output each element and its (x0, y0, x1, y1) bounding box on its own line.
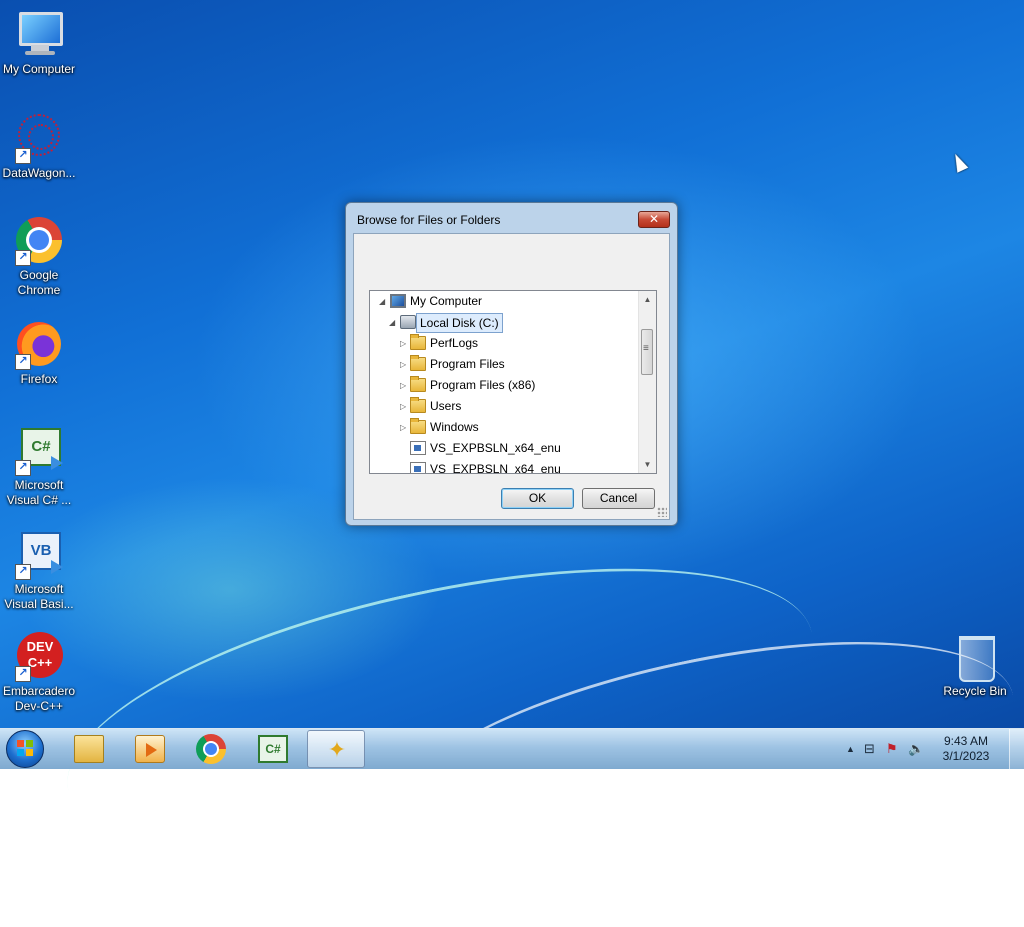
expanded-arrow-icon[interactable]: ◢ (379, 291, 385, 312)
desktop-icon-label: Recycle Bin (943, 684, 1007, 698)
folder-icon (410, 334, 426, 350)
shortcut-arrow-icon: ↗ (15, 148, 31, 164)
resize-grip-icon[interactable] (657, 507, 667, 517)
tree-item-label: Local Disk (C:) (416, 313, 503, 333)
tree-item-label: My Computer (410, 294, 483, 308)
clock[interactable]: 9:43 AM 3/1/2023 (936, 734, 996, 764)
scroll-up-icon[interactable]: ▲ (639, 291, 656, 308)
start-button[interactable] (6, 730, 44, 768)
desktop-icon-label: My Computer (2, 62, 76, 76)
taskbar-chrome[interactable] (182, 730, 240, 768)
dialog-title: Browse for Files or Folders (357, 213, 501, 227)
tree-item-label: Windows (430, 420, 479, 434)
tree-item-program-files[interactable]: ▷ Program Files (370, 354, 640, 375)
show-desktop-button[interactable] (1009, 729, 1024, 769)
shortcut-arrow-icon: ↗ (15, 354, 31, 370)
desktop-icon-label: Google Chrome (17, 268, 61, 297)
taskbar-media-player[interactable] (121, 730, 179, 768)
folder-icon (410, 397, 426, 413)
action-center-icon[interactable]: ⚑ (886, 741, 898, 757)
taskbar: C# ✦ ▲ ⊟ ⚑ 🔈 9:43 AM 3/1/2023 (0, 728, 1024, 769)
folder-icon (410, 376, 426, 392)
tree-item-my-computer[interactable]: ◢ My Computer (370, 291, 640, 312)
desktop-icon-recycle-bin[interactable]: Recycle Bin (936, 630, 1014, 699)
file-icon (410, 441, 426, 455)
folder-tree[interactable]: ◢ My Computer ◢ Local Disk (C:) ▷ PerfLo… (369, 290, 657, 474)
volume-icon[interactable]: 🔈 (908, 741, 924, 757)
clock-time: 9:43 AM (943, 734, 989, 748)
taskbar-windows-explorer[interactable] (60, 730, 118, 768)
dialog-client-area: ◢ My Computer ◢ Local Disk (C:) ▷ PerfLo… (353, 233, 670, 520)
visual-basic-icon: VB ↗ (13, 528, 65, 580)
tree-item-local-disk[interactable]: ◢ Local Disk (C:) (370, 312, 640, 333)
drive-icon (400, 315, 416, 329)
desktop-icon-my-computer[interactable]: My Computer (0, 8, 78, 77)
mouse-cursor-icon (949, 151, 969, 173)
tree-item-label: PerfLogs (430, 336, 479, 350)
ok-button[interactable]: OK (501, 488, 574, 509)
chrome-icon: ↗ (13, 214, 65, 266)
desktop-icon-firefox[interactable]: ↗ Firefox (0, 318, 78, 387)
desktop-icon-label: Embarcadero Dev-C++ (2, 684, 76, 713)
visual-csharp-icon: C# (258, 735, 288, 763)
tree-item-program-files-x86[interactable]: ▷ Program Files (x86) (370, 375, 640, 396)
collapsed-arrow-icon[interactable]: ▷ (400, 396, 406, 417)
visual-csharp-icon: C# ↗ (13, 424, 65, 476)
collapsed-arrow-icon[interactable]: ▷ (400, 354, 406, 375)
system-tray: ▲ ⊟ ⚑ 🔈 9:43 AM 3/1/2023 (834, 729, 1024, 769)
tree-item-label: Users (430, 399, 462, 413)
datawagon-icon: ↗ (13, 112, 65, 164)
computer-icon (13, 8, 65, 60)
recycle-bin-icon (949, 630, 1001, 682)
tree-item-windows[interactable]: ▷ Windows (370, 417, 640, 438)
show-hidden-icons-button[interactable]: ▲ (846, 744, 855, 754)
tree-item-label: Program Files (430, 357, 505, 371)
taskbar-setup-wizard[interactable]: ✦ (307, 730, 365, 768)
network-icon[interactable]: ⊟ (864, 741, 875, 757)
setup-wizard-icon: ✦ (327, 737, 347, 762)
scroll-thumb[interactable] (641, 329, 653, 375)
desktop-icon-label: DataWagon... (2, 166, 76, 180)
tree-item-users[interactable]: ▷ Users (370, 396, 640, 417)
desktop-icon-label: Microsoft Visual C# ... (6, 478, 72, 507)
desktop-icon-dev-cpp[interactable]: DEV C++ ↗ Embarcadero Dev-C++ (0, 630, 78, 714)
desktop-icon-chrome[interactable]: ↗ Google Chrome (0, 214, 78, 298)
desktop-icon-visual-basic[interactable]: VB ↗ Microsoft Visual Basi... (0, 528, 78, 612)
tree-item-label: Program Files (x86) (430, 378, 536, 392)
tree-item-file[interactable]: VS_EXPBSLN_x64_enu (370, 459, 640, 474)
shortcut-arrow-icon: ↗ (15, 460, 31, 476)
tree-item-perflogs[interactable]: ▷ PerfLogs (370, 333, 640, 354)
desktop-icon-label: Firefox (20, 372, 58, 386)
taskbar-visual-csharp[interactable]: C# (244, 730, 302, 768)
dev-cpp-icon: DEV C++ ↗ (13, 630, 65, 682)
shortcut-arrow-icon: ↗ (15, 666, 31, 682)
collapsed-arrow-icon[interactable]: ▷ (400, 333, 406, 354)
expanded-arrow-icon[interactable]: ◢ (389, 312, 395, 333)
file-icon (410, 462, 426, 473)
collapsed-arrow-icon[interactable]: ▷ (400, 417, 406, 438)
windows-explorer-icon (74, 735, 104, 763)
browse-dialog: Browse for Files or Folders ✕ ◢ My Compu… (345, 202, 678, 526)
desktop-icon-visual-csharp[interactable]: C# ↗ Microsoft Visual C# ... (0, 424, 78, 508)
computer-icon (390, 294, 406, 308)
clock-date: 3/1/2023 (942, 749, 990, 763)
tree-scrollbar[interactable]: ▲ ▼ (638, 291, 656, 473)
shortcut-arrow-icon: ↗ (15, 250, 31, 266)
collapsed-arrow-icon[interactable]: ▷ (400, 375, 406, 396)
firefox-icon: ↗ (13, 318, 65, 370)
tree-item-label: VS_EXPBSLN_x64_enu (430, 462, 561, 474)
tree-item-file[interactable]: VS_EXPBSLN_x64_enu (370, 438, 640, 459)
tree-item-label: VS_EXPBSLN_x64_enu (430, 441, 561, 455)
close-button[interactable]: ✕ (638, 211, 670, 228)
folder-icon (410, 418, 426, 434)
shortcut-arrow-icon: ↗ (15, 564, 31, 580)
cancel-button[interactable]: Cancel (582, 488, 655, 509)
desktop-icon-datawagon[interactable]: ↗ DataWagon... (0, 112, 78, 181)
scroll-down-icon[interactable]: ▼ (639, 456, 656, 473)
desktop-icon-label: Microsoft Visual Basi... (4, 582, 74, 611)
chrome-icon (196, 734, 226, 764)
media-player-icon (135, 735, 165, 763)
folder-icon (410, 355, 426, 371)
